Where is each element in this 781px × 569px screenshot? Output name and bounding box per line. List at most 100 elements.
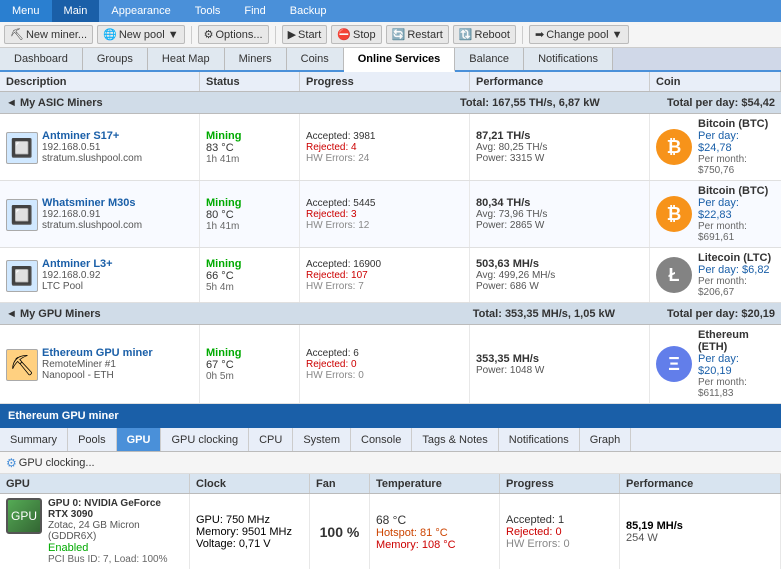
sub-tab-pools[interactable]: Pools	[68, 428, 117, 451]
gpu-temp-hot: Hotspot: 81 °C	[376, 527, 493, 539]
gpu-group-header: ◄ My GPU Miners Total: 353,35 MH/s, 1,05…	[0, 303, 781, 325]
gpu-miner-hw-errors: HW Errors: 0	[306, 370, 463, 381]
gpu-miner-remote: RemoteMiner #1	[42, 359, 153, 370]
miner-hw-errors: HW Errors: 7	[306, 281, 463, 292]
tab-dashboard[interactable]: Dashboard	[0, 48, 83, 70]
coin-day: Per day: $24,78	[698, 130, 775, 154]
miner-pool: LTC Pool	[42, 281, 113, 292]
sub-tab-gpu-clocking[interactable]: GPU clocking	[161, 428, 249, 451]
miner-name: Whatsminer M30s	[42, 197, 142, 209]
gpu-temp-mem: Memory: 108 °C	[376, 539, 493, 551]
gpu-chip-icon: GPU	[6, 498, 42, 534]
miner-pool: stratum.slushpool.com	[42, 153, 142, 164]
coin-month: Per month: $750,76	[698, 154, 775, 176]
miner-progress-cell: Accepted: 5445 Rejected: 3 HW Errors: 12	[300, 181, 470, 247]
coin-day: Per day: $6,82	[698, 264, 775, 276]
sub-tab-tags-notes[interactable]: Tags & Notes	[412, 428, 498, 451]
gpu-clock-gpu: GPU: 750 MHz	[196, 514, 303, 526]
sub-tab-console[interactable]: Console	[351, 428, 412, 451]
menu-item-tools[interactable]: Tools	[183, 0, 233, 22]
miner-status-cell: Mining 83 °C 1h 41m	[200, 114, 300, 180]
miner-temp: 80 °C	[206, 209, 293, 221]
gpu-toolbar: ⚙ GPU clocking...	[0, 452, 781, 474]
start-button[interactable]: ▶ Start	[282, 25, 328, 44]
menu-item-main[interactable]: Main	[52, 0, 100, 22]
sub-tab-system[interactable]: System	[293, 428, 351, 451]
col-progress: Progress	[300, 72, 470, 91]
sub-tab-summary[interactable]: Summary	[0, 428, 68, 451]
menu-item-appearance[interactable]: Appearance	[99, 0, 182, 22]
tab-heat-map[interactable]: Heat Map	[148, 48, 225, 70]
menu-item-menu[interactable]: Menu	[0, 0, 52, 22]
coin-month: Per month: $206,67	[698, 276, 775, 298]
gpu-miner-rejected: Rejected: 0	[306, 359, 463, 370]
menu-item-find[interactable]: Find	[232, 0, 277, 22]
tab-online-services[interactable]: Online Services	[344, 48, 456, 72]
gpu-coin-day: Per day: $20,19	[698, 353, 775, 377]
gpu-clocking-button[interactable]: ⚙ GPU clocking...	[6, 456, 95, 470]
miner-icon: 🔲	[6, 132, 38, 164]
miner-hw-errors: HW Errors: 24	[306, 153, 463, 164]
tab-miners[interactable]: Miners	[225, 48, 287, 70]
sub-tab-notifications[interactable]: Notifications	[499, 428, 580, 451]
menu-item-backup[interactable]: Backup	[278, 0, 339, 22]
gpu-col-clock: Clock	[190, 474, 310, 493]
gpu-data-fan: 100 %	[310, 494, 370, 569]
stop-button[interactable]: ⛔ Stop	[331, 25, 381, 44]
gpu-clock-volt: Voltage: 0,71 V	[196, 538, 303, 550]
gpu-sub-tab-bar: Summary Pools GPU GPU clocking CPU Syste…	[0, 428, 781, 452]
new-miner-button[interactable]: ⛏ New miner...	[4, 25, 93, 44]
miner-temp: 66 °C	[206, 270, 293, 282]
sub-tab-gpu[interactable]: GPU	[117, 428, 162, 451]
toolbar-separator-3	[522, 26, 523, 44]
reboot-button[interactable]: 🔃 Reboot	[453, 25, 516, 44]
miner-ip: 192.168.0.92	[42, 270, 113, 281]
new-pool-button[interactable]: 🌐 New pool ▼	[97, 25, 185, 44]
miner-perf-power: Power: 686 W	[476, 281, 643, 292]
gpu-group-total: Total: 353,35 MH/s, 1,05 kW Total per da…	[473, 308, 775, 320]
reboot-icon: 🔃	[459, 28, 473, 41]
column-headers: Description Status Progress Performance …	[0, 72, 781, 92]
gpu-miner-desc-cell: ⛏ Ethereum GPU miner RemoteMiner #1 Nano…	[0, 325, 200, 403]
miner-rejected: Rejected: 107	[306, 270, 463, 281]
gpu-col-progress: Progress	[500, 474, 620, 493]
gpu-progress-accepted: Accepted: 1	[506, 514, 613, 526]
gpu-col-headers: GPU Clock Fan Temperature Progress Perfo…	[0, 474, 781, 494]
sub-tab-cpu[interactable]: CPU	[249, 428, 293, 451]
options-button[interactable]: ⚙ Options...	[198, 25, 269, 44]
tab-notifications[interactable]: Notifications	[524, 48, 613, 70]
gpu-fan-pct: 100 %	[320, 524, 360, 540]
miner-hw-errors: HW Errors: 12	[306, 220, 463, 231]
gpu-miner-name: Ethereum GPU miner	[42, 347, 153, 359]
restart-icon: 🔄	[392, 28, 406, 41]
sub-tab-graph[interactable]: Graph	[580, 428, 632, 451]
gpu-coin-icon: Ξ	[656, 346, 692, 382]
miner-icon: 🔲	[6, 260, 38, 292]
toolbar-separator-1	[191, 26, 192, 44]
tab-groups[interactable]: Groups	[83, 48, 148, 70]
col-description: Description	[0, 72, 200, 91]
stop-icon: ⛔	[337, 28, 351, 41]
new-pool-icon: 🌐	[103, 28, 117, 41]
tab-balance[interactable]: Balance	[455, 48, 524, 70]
gpu-perf-power: 254 W	[626, 532, 774, 544]
gpu-col-temp: Temperature	[370, 474, 500, 493]
miner-perf-cell: 87,21 TH/s Avg: 80,25 TH/s Power: 3315 W	[470, 114, 650, 180]
miner-perf-cell: 80,34 TH/s Avg: 73,96 TH/s Power: 2865 W	[470, 181, 650, 247]
miner-rejected: Rejected: 3	[306, 209, 463, 220]
gpu-miner-row: ⛏ Ethereum GPU miner RemoteMiner #1 Nano…	[0, 325, 781, 404]
asic-group-total: Total: 167,55 TH/s, 6,87 kW Total per da…	[460, 97, 775, 109]
miner-accepted: Accepted: 5445	[306, 198, 463, 209]
new-miner-icon: ⛏	[10, 28, 24, 41]
change-pool-button[interactable]: ➡ Change pool ▼	[529, 25, 629, 44]
gpu-group-label: ◄ My GPU Miners	[6, 308, 101, 320]
asic-group-header: ◄ My ASIC Miners Total: 167,55 TH/s, 6,8…	[0, 92, 781, 114]
coin-icon: ₿	[656, 196, 692, 232]
gpu-miner-status: Mining	[206, 347, 293, 359]
gpu-miners-list: ⛏ Ethereum GPU miner RemoteMiner #1 Nano…	[0, 325, 781, 404]
coin-name: Litecoin (LTC)	[698, 252, 775, 264]
gpu-progress-hw: HW Errors: 0	[506, 538, 613, 550]
miner-perf-avg: Avg: 80,25 TH/s	[476, 142, 643, 153]
tab-coins[interactable]: Coins	[287, 48, 344, 70]
restart-button[interactable]: 🔄 Restart	[386, 25, 449, 44]
